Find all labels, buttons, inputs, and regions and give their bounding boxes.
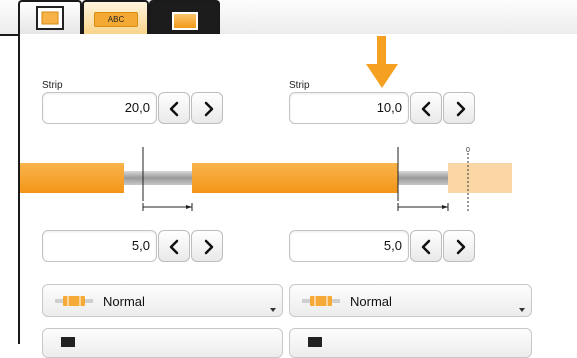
mode-right-dropdown[interactable]: Normal xyxy=(289,284,532,317)
wire-insulation-middle xyxy=(192,163,398,193)
chevron-right-icon xyxy=(456,101,466,117)
chevron-left-icon xyxy=(169,101,179,117)
mode-left-label: Normal xyxy=(103,294,145,309)
dimension-right xyxy=(397,203,449,211)
tab-bar: ABC xyxy=(0,0,577,36)
lower-left-increase-button[interactable] xyxy=(191,230,223,262)
wire-strip-diagram: 0 xyxy=(20,147,512,213)
strip-right-decrease-button[interactable] xyxy=(410,92,442,124)
chevron-right-icon xyxy=(456,239,466,255)
chevron-right-icon xyxy=(204,101,214,117)
lower-right-input[interactable]: 5,0 xyxy=(289,230,409,262)
dark-square-icon xyxy=(308,337,322,347)
tab-wire-settings[interactable] xyxy=(18,0,82,34)
wire-insulation-ghost xyxy=(448,163,512,193)
wire-end-icon xyxy=(55,296,93,306)
mode-right-label: Normal xyxy=(350,294,392,309)
strip-right-increase-button[interactable] xyxy=(443,92,475,124)
strip-right-input[interactable]: 10,0 xyxy=(289,92,409,124)
wire-conductor-right xyxy=(398,171,448,185)
chevron-down-icon xyxy=(270,308,276,312)
wire-end-icon xyxy=(302,296,340,306)
strip-block-icon xyxy=(172,12,198,30)
tab-marking[interactable]: ABC xyxy=(82,0,149,34)
lower-left-decrease-button[interactable] xyxy=(158,230,190,262)
option-right-dropdown[interactable] xyxy=(289,328,532,358)
strip-right-label: Strip xyxy=(289,80,310,91)
option-left-dropdown[interactable] xyxy=(42,328,283,358)
dark-square-icon xyxy=(61,337,75,347)
chevron-right-icon xyxy=(204,239,214,255)
chevron-left-icon xyxy=(421,101,431,117)
strip-left-increase-button[interactable] xyxy=(191,92,223,124)
lower-right-decrease-button[interactable] xyxy=(410,230,442,262)
strip-left-decrease-button[interactable] xyxy=(158,92,190,124)
lower-left-input[interactable]: 5,0 xyxy=(42,230,157,262)
mode-left-dropdown[interactable]: Normal xyxy=(42,284,283,317)
chevron-down-icon xyxy=(519,308,525,312)
zero-marker: 0 xyxy=(466,147,470,154)
wire-insulation-left xyxy=(20,163,124,193)
indicator-arrow-icon xyxy=(366,36,398,88)
strip-left-input[interactable]: 20,0 xyxy=(42,92,157,124)
strip-left-label: Strip xyxy=(42,80,63,91)
marking-label-icon: ABC xyxy=(94,12,138,27)
chevron-left-icon xyxy=(169,239,179,255)
lower-right-increase-button[interactable] xyxy=(443,230,475,262)
wire-frame-icon xyxy=(36,6,64,30)
chevron-left-icon xyxy=(421,239,431,255)
dimension-left xyxy=(142,203,193,211)
tab-strip[interactable] xyxy=(149,0,220,34)
wire-conductor-left xyxy=(124,171,192,185)
